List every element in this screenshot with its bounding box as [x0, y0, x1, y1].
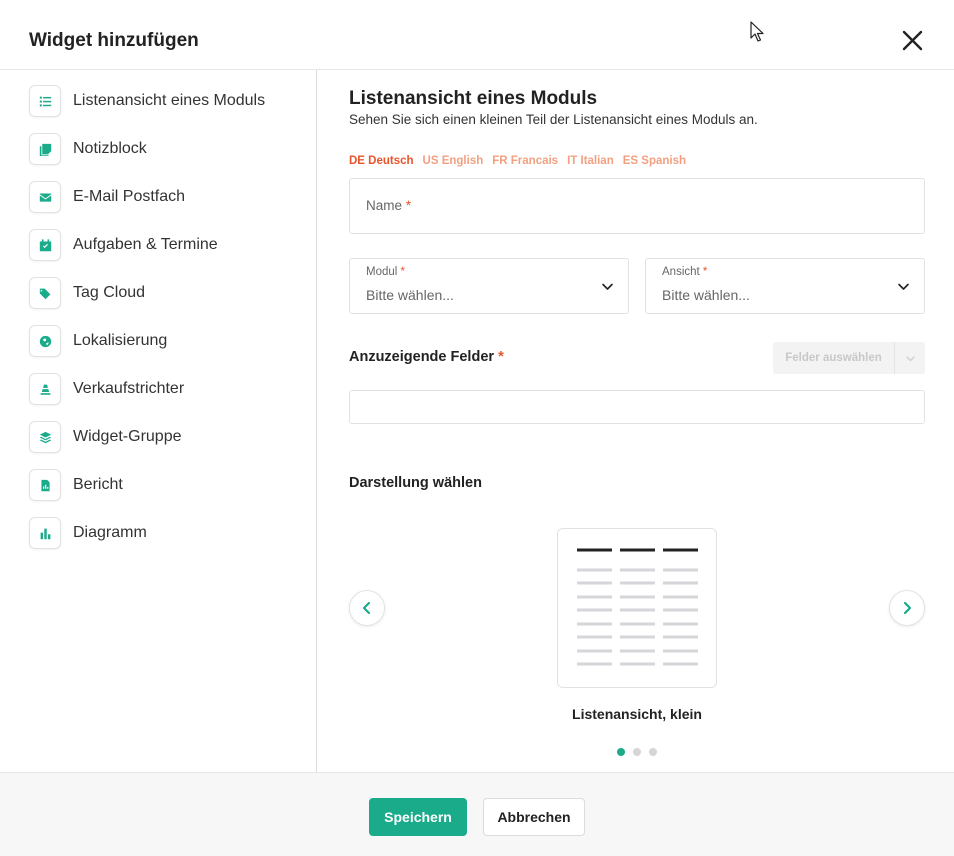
chevron-left-icon: [362, 601, 371, 615]
sidebar-item-localization[interactable]: Lokalisierung: [29, 325, 309, 357]
calendar-check-icon: [29, 229, 61, 261]
dialog-title: Widget hinzufügen: [29, 30, 199, 51]
panel-subtitle: Sehen Sie sich einen kleinen Teil der Li…: [349, 112, 758, 127]
tags-icon: [29, 277, 61, 309]
lang-tab-fr[interactable]: FR Francais: [492, 155, 558, 167]
sidebar-item-sales-funnel[interactable]: Verkaufstrichter: [29, 373, 309, 405]
sidebar-item-mailbox[interactable]: E-Mail Postfach: [29, 181, 309, 213]
table-preview-icon: [577, 548, 698, 666]
selected-fields-box[interactable]: [349, 390, 925, 424]
bar-chart-icon: [29, 517, 61, 549]
close-icon[interactable]: [899, 27, 926, 54]
funnel-icon: [29, 373, 61, 405]
sidebar-item-tasks[interactable]: Aufgaben & Termine: [29, 229, 309, 261]
module-select[interactable]: Modul * Bitte wählen...: [349, 258, 629, 314]
select-fields-button-label: Felder auswählen: [773, 342, 895, 374]
sidebar-item-tag-cloud[interactable]: Tag Cloud: [29, 277, 309, 309]
widget-config-panel: Listenansicht eines Moduls Sehen Sie sic…: [317, 70, 954, 772]
carousel-prev-button[interactable]: [349, 590, 385, 626]
dialog-header: Widget hinzufügen: [0, 0, 954, 70]
dialog-footer: Speichern Abbrechen: [0, 772, 954, 856]
chevron-right-icon: [903, 601, 912, 615]
widget-type-sidebar: Listenansicht eines Moduls Notizblock E-…: [0, 70, 317, 772]
sidebar-item-chart[interactable]: Diagramm: [29, 517, 309, 549]
sidebar-item-list-view[interactable]: Listenansicht eines Moduls: [29, 85, 309, 117]
name-field-label: Name *: [366, 198, 412, 213]
sidebar-item-widget-group[interactable]: Widget-Gruppe: [29, 421, 309, 453]
sidebar-item-report[interactable]: Bericht: [29, 469, 309, 501]
sidebar-item-label: Aufgaben & Termine: [73, 236, 218, 253]
view-select-label: Ansicht *: [662, 266, 708, 278]
carousel-dot[interactable]: [633, 748, 641, 756]
sidebar-item-label: Bericht: [73, 476, 123, 493]
globe-icon: [29, 325, 61, 357]
sidebar-item-label: E-Mail Postfach: [73, 188, 186, 205]
fields-section-label: Anzuzeigende Felder *: [349, 349, 504, 365]
chevron-down-icon: [905, 355, 915, 361]
envelope-icon: [29, 181, 61, 213]
notes-icon: [29, 133, 61, 165]
sidebar-item-label: Listenansicht eines Moduls: [73, 92, 266, 109]
sidebar-item-label: Widget-Gruppe: [73, 428, 182, 445]
cancel-button[interactable]: Abbrechen: [483, 798, 585, 836]
carousel-dot[interactable]: [649, 748, 657, 756]
sidebar-item-label: Notizblock: [73, 140, 147, 157]
display-option-card[interactable]: [557, 528, 717, 688]
display-section-title: Darstellung wählen: [349, 475, 482, 491]
sidebar-item-label: Lokalisierung: [73, 332, 168, 349]
file-chart-icon: [29, 469, 61, 501]
chevron-down-icon: [602, 283, 613, 290]
save-button[interactable]: Speichern: [369, 798, 467, 836]
view-select[interactable]: Ansicht * Bitte wählen...: [645, 258, 925, 314]
lang-tab-es[interactable]: ES Spanish: [623, 155, 686, 167]
mouse-cursor-icon: [750, 21, 764, 42]
sidebar-item-notes[interactable]: Notizblock: [29, 133, 309, 165]
sidebar-item-label: Tag Cloud: [73, 284, 146, 301]
module-select-value: Bitte wählen...: [366, 287, 454, 303]
select-fields-dropdown-toggle[interactable]: [895, 342, 925, 374]
sidebar-item-label: Diagramm: [73, 524, 147, 541]
lang-tab-de[interactable]: DE Deutsch: [349, 155, 414, 167]
carousel-dot[interactable]: [617, 748, 625, 756]
carousel-pagination: [617, 748, 657, 756]
carousel-next-button[interactable]: [889, 590, 925, 626]
lang-tab-it[interactable]: IT Italian: [567, 155, 614, 167]
language-tabs: DE Deutsch US English FR Francais IT Ita…: [349, 155, 686, 167]
lang-tab-en[interactable]: US English: [423, 155, 484, 167]
select-fields-button[interactable]: Felder auswählen: [773, 342, 925, 374]
list-icon: [29, 85, 61, 117]
module-select-label: Modul *: [366, 266, 406, 278]
chevron-down-icon: [898, 283, 909, 290]
panel-title: Listenansicht eines Moduls: [349, 88, 598, 109]
layers-icon: [29, 421, 61, 453]
display-option-label: Listenansicht, klein: [572, 706, 702, 722]
view-select-value: Bitte wählen...: [662, 287, 750, 303]
name-field[interactable]: Name *: [349, 178, 925, 234]
sidebar-item-label: Verkaufstrichter: [73, 380, 185, 397]
